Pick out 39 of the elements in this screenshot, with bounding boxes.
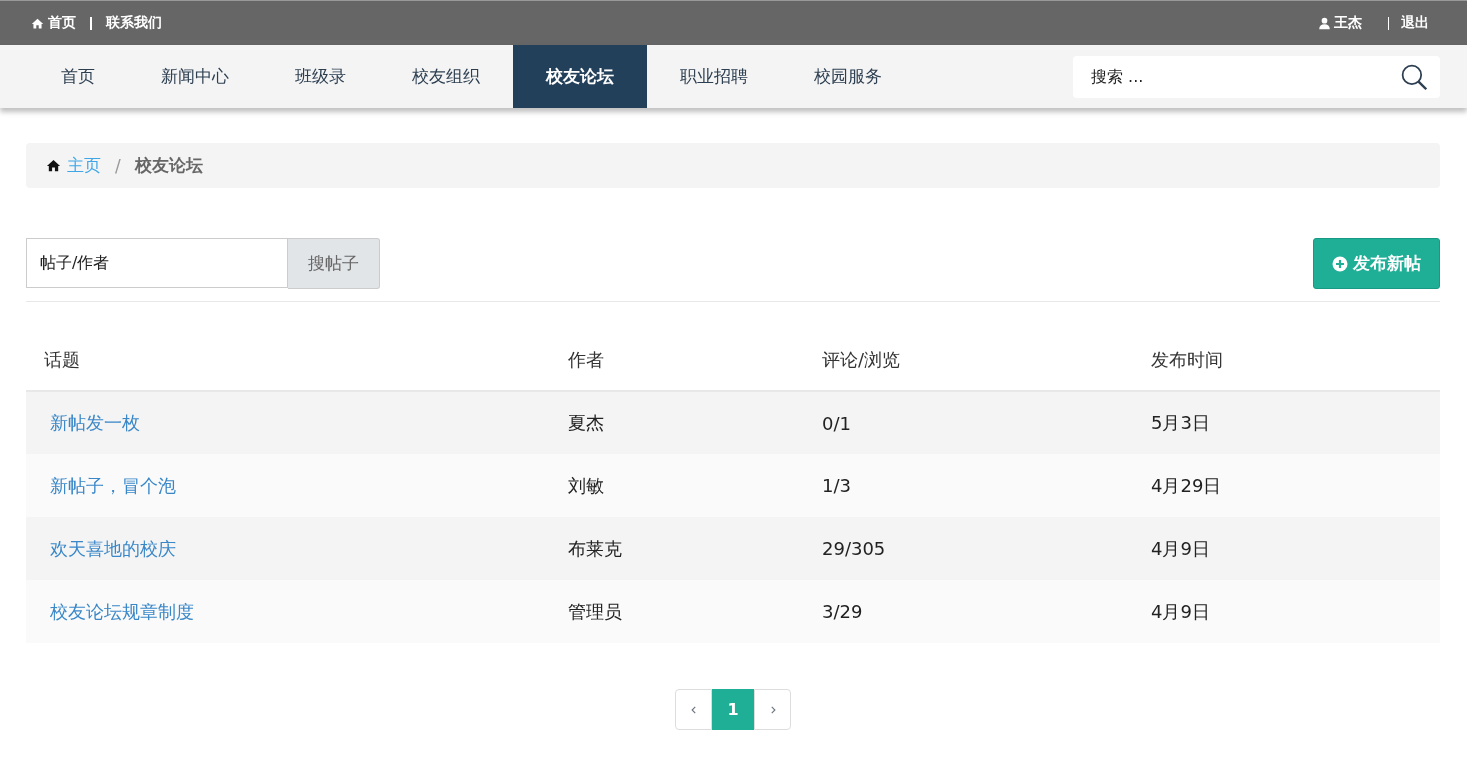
- table-cell: 4月9日: [1133, 517, 1440, 580]
- top-link[interactable]: 联系我们: [106, 14, 162, 32]
- table-cell: 夏杰: [550, 391, 804, 454]
- table-cell: 1/3: [804, 454, 1133, 517]
- table-cell: 29/305: [804, 517, 1133, 580]
- nav-tab[interactable]: 首页: [28, 45, 128, 108]
- table-cell: 0/1: [804, 391, 1133, 454]
- search-icon: [1400, 62, 1428, 91]
- user-link[interactable]: 王杰: [1318, 14, 1362, 32]
- nav-tab[interactable]: 校友组织: [379, 45, 513, 108]
- nav-tab[interactable]: 新闻中心: [128, 45, 262, 108]
- topic-link[interactable]: 新帖子，冒个泡: [44, 474, 176, 496]
- user-icon: [1318, 16, 1331, 30]
- topic-link[interactable]: 欢天喜地的校庆: [44, 537, 176, 559]
- table-cell: 3/29: [804, 580, 1133, 643]
- search-field[interactable]: 搜索 ...: [1073, 55, 1440, 98]
- table-cell: 刘敏: [550, 454, 804, 517]
- nav-tab[interactable]: 校园服务: [781, 45, 915, 108]
- search-field[interactable]: 帖子/作者: [26, 238, 288, 288]
- nav-tab[interactable]: 校友论坛: [513, 45, 647, 108]
- top-link[interactable]: 首页: [31, 14, 76, 32]
- next-page-button[interactable]: [754, 689, 791, 730]
- table-cell: 4月9日: [1133, 580, 1440, 643]
- breadcrumb-separator: /: [115, 155, 121, 176]
- nav-tab[interactable]: 班级录: [262, 45, 379, 108]
- breadcrumb-current: 校友论坛: [134, 154, 203, 177]
- table-cell: 布莱克: [550, 517, 804, 580]
- table-cell: 4月29日: [1133, 454, 1440, 517]
- topic-link[interactable]: 新帖发一枚: [44, 412, 140, 433]
- topic-link[interactable]: 校友论坛规章制度: [44, 600, 194, 622]
- home-icon: [46, 158, 61, 173]
- table-cell: 5月3日: [1133, 391, 1440, 454]
- table-cell: 管理员: [550, 580, 804, 643]
- home-icon: [31, 16, 44, 30]
- logout-link[interactable]: 退出: [1401, 14, 1429, 32]
- search-posts-button[interactable]: 搜帖子: [288, 238, 380, 289]
- previous-page-button[interactable]: [675, 689, 712, 730]
- nav-tab[interactable]: 职业招聘: [647, 45, 781, 108]
- plus-circle-icon: [1332, 255, 1348, 272]
